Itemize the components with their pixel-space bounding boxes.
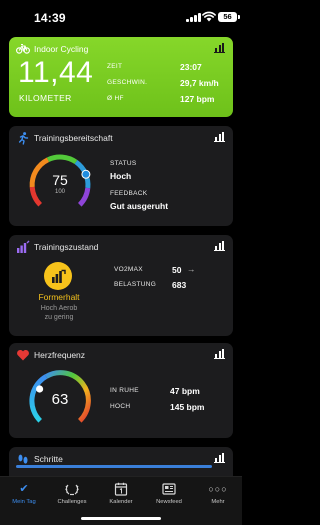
more-icon: ○○○ [208,484,228,494]
tab-my-day[interactable]: ✔ Mein Tag [0,481,48,505]
trend-arrow-icon: → [187,264,196,274]
bar-chart-icon[interactable] [214,132,225,142]
tab-label: Kalender [109,499,133,505]
laurel-icon [65,484,79,496]
calendar-icon [114,482,128,496]
bar-chart-icon[interactable] [214,349,225,359]
heart-rate-card[interactable]: Herzfrequenz 63 IN RUHE 47 bpm HOCH 145 … [9,343,233,438]
vo2max-value: 50 [172,265,182,275]
avg-hr-label: Ø HF [107,95,124,102]
wifi-icon [202,11,216,22]
steps-progress-bar [16,465,212,468]
runner-icon [18,132,29,145]
card-title: Schritte [34,454,63,464]
indoor-cycling-card[interactable]: Indoor Cycling 11,44 KILOMETER ZEIT 23:0… [9,37,233,117]
card-title: Indoor Cycling [34,44,89,54]
card-title: Trainingszustand [34,242,99,252]
tab-label: Newsfeed [156,499,182,505]
checkmark-icon: ✔ [19,483,29,495]
gauge-marker [81,169,91,179]
readiness-score: 75 [52,172,68,188]
training-status-card[interactable]: Trainingszustand Formerhalt Hoch Aerob z… [9,235,233,336]
resting-hr-label: IN RUHE [110,387,139,394]
home-indicator [81,517,161,520]
bike-icon [16,43,30,54]
card-title: Trainingsbereitschaft [34,133,113,143]
newsfeed-icon [162,483,176,495]
tab-more[interactable]: ○○○ Mehr [194,481,242,505]
current-heart-rate: 63 [51,391,69,408]
speed-value: 29,7 km/h [180,78,219,88]
tab-label: Mehr [211,499,225,505]
tab-label: Challenges [57,499,87,505]
cellular-signal-icon [186,13,201,22]
training-status-value: Formerhalt [38,292,80,302]
tab-newsfeed[interactable]: Newsfeed [145,481,193,505]
high-hr-label: HOCH [110,403,131,410]
bar-chart-icon[interactable] [214,453,225,463]
training-status-subtext: Hoch Aerob zu gering [23,304,95,322]
feedback-value: Gut ausgeruht [110,201,169,211]
subtext-line-2: zu gering [44,314,74,321]
speed-label: GESCHWIN. [107,79,148,86]
feedback-label: FEEDBACK [110,190,148,197]
status-bar: 14:39 56 [0,0,242,34]
status-label: STATUS [110,160,137,167]
distance-unit: KILOMETER [19,93,72,103]
card-title: Herzfrequenz [34,350,86,360]
vo2max-label: VO2MAX [114,266,143,273]
tab-label: Mein Tag [12,499,36,505]
time-label: ZEIT [107,63,123,70]
battery-icon: 56 [218,12,240,22]
footsteps-icon [18,454,28,464]
bar-chart-icon[interactable] [214,241,225,251]
time-value: 23:07 [180,62,202,72]
readiness-max: 100 [54,189,65,195]
distance-value: 11,44 [18,56,94,89]
high-hr-value: 145 bpm [170,402,205,412]
status-time: 14:39 [34,11,66,25]
resting-hr-value: 47 bpm [170,386,200,396]
load-label: BELASTUNG [114,281,157,288]
bar-chart-icon[interactable] [214,43,225,53]
training-readiness-card[interactable]: Trainingsbereitschaft 75 100 STATUS Hoch… [9,126,233,226]
load-value: 683 [172,280,187,290]
status-badge [44,262,72,290]
heart-icon [17,349,29,361]
avg-hr-value: 127 bpm [180,94,215,104]
tab-challenges[interactable]: Challenges [48,481,96,505]
subtext-line-1: Hoch Aerob [40,305,78,312]
tab-calendar[interactable]: Kalender [97,481,145,505]
status-value: Hoch [110,171,132,181]
training-status-icon [17,240,30,253]
bar-arrow-icon [52,269,66,283]
